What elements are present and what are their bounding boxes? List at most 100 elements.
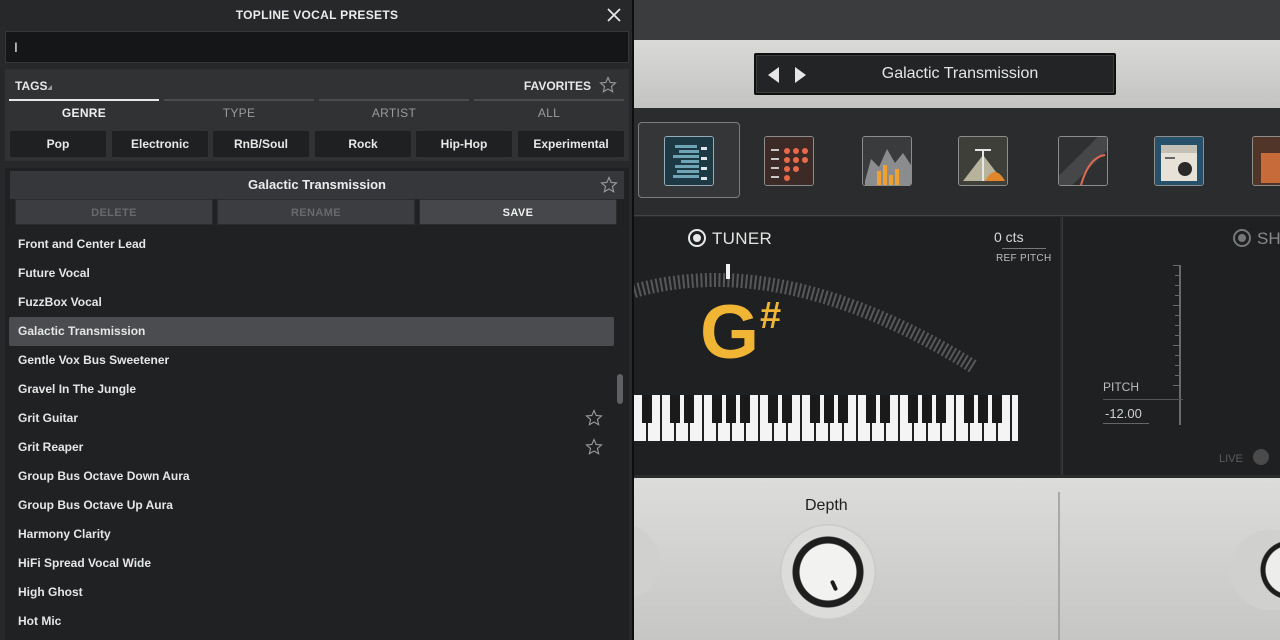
preset-browser: TOPLINE VOCAL PRESETS TAGS FAVORITES GEN…	[0, 0, 634, 640]
preset-list-item[interactable]: Grit Reaper	[5, 433, 617, 462]
preset-name: Grit Guitar	[18, 411, 79, 425]
tab-type[interactable]: TYPE	[164, 99, 314, 121]
preset-list-item[interactable]: HiFi Spread Vocal Wide	[5, 549, 617, 578]
preset-actions: DELETE RENAME SAVE	[15, 199, 619, 225]
preset-list-item[interactable]: Future Vocal	[5, 259, 617, 288]
preset-name: FuzzBox Vocal	[18, 295, 102, 309]
favorite-star-icon[interactable]	[585, 409, 603, 427]
spectrum-module-icon[interactable]	[862, 136, 912, 186]
tab-artist[interactable]: ARTIST	[319, 99, 469, 121]
genre-buttons: Pop Electronic RnB/Soul Rock Hip-Hop Exp…	[10, 131, 624, 157]
left-knob[interactable]	[634, 524, 660, 600]
tags-label[interactable]: TAGS	[15, 79, 47, 93]
preset-name-display: Galactic Transmission	[881, 65, 1039, 82]
preset-list-item[interactable]: Grit Guitar	[5, 404, 617, 433]
preset-list-item[interactable]: Group Bus Octave Up Aura	[5, 491, 617, 520]
pitch-slider-scale[interactable]	[1169, 265, 1185, 425]
preset-list-item[interactable]: Front and Center Lead	[5, 230, 617, 259]
preset-name: Group Bus Octave Up Aura	[18, 498, 173, 512]
depth-label: Depth	[805, 497, 848, 514]
preset-list-item[interactable]: High Ghost	[5, 578, 617, 607]
cents-underline	[1002, 248, 1046, 249]
envelope-module-icon[interactable]	[958, 136, 1008, 186]
live-label: LIVE	[1219, 453, 1243, 465]
detected-note: G	[700, 290, 760, 375]
pitch-value-underline	[1103, 423, 1149, 424]
piano-keyboard[interactable]	[634, 395, 1060, 441]
dots-module-icon[interactable]	[764, 136, 814, 186]
genre-hip-hop-button[interactable]: Hip-Hop	[416, 131, 512, 157]
preset-list-item[interactable]: Galactic Transmission	[9, 317, 614, 346]
preset-name: Grit Reaper	[18, 440, 84, 454]
preset-list-panel: Galactic Transmission DELETE RENAME SAVE…	[5, 168, 629, 640]
pitch-label: PITCH	[1103, 380, 1139, 394]
genre-experimental-button[interactable]: Experimental	[518, 131, 624, 157]
preset-name: Harmony Clarity	[18, 527, 111, 541]
next-preset-icon[interactable]	[792, 66, 808, 84]
preset-name: Front and Center Lead	[18, 237, 147, 251]
preset-name: Group Bus Octave Down Aura	[18, 469, 190, 483]
tags-resize-icon[interactable]	[47, 85, 52, 90]
shift-label: SH	[1257, 229, 1280, 248]
pitch-value[interactable]: -12.00	[1105, 406, 1142, 421]
plugin-header: Galactic Transmission	[634, 40, 1280, 108]
curve-module-icon[interactable]	[1058, 136, 1108, 186]
preset-display[interactable]: Galactic Transmission	[754, 53, 1116, 95]
preset-name: High Ghost	[18, 585, 83, 599]
save-button[interactable]: SAVE	[419, 199, 617, 225]
preset-list-item[interactable]: Gravel In The Jungle	[5, 375, 617, 404]
depth-knob-indicator	[829, 579, 839, 592]
preset-name: Hot Mic	[18, 614, 62, 628]
tuner-toggle[interactable]	[688, 229, 706, 247]
search-input[interactable]	[5, 31, 629, 63]
preset-name: Future Vocal	[18, 266, 90, 280]
preset-name: HiFi Spread Vocal Wide	[18, 556, 152, 570]
favorites-label[interactable]: FAVORITES	[524, 79, 591, 93]
favorites-star-icon[interactable]	[599, 76, 617, 94]
delete-button[interactable]: DELETE	[15, 199, 213, 225]
genre-pop-button[interactable]: Pop	[10, 131, 106, 157]
note-accidental: #	[760, 295, 782, 337]
preset-name: Galactic Transmission	[18, 324, 146, 338]
cents-readout[interactable]: 0 cts	[994, 229, 1024, 245]
current-preset-header: Galactic Transmission	[10, 171, 624, 199]
preset-name: Gentle Vox Bus Sweetener	[18, 353, 170, 367]
shift-toggle[interactable]	[1233, 229, 1251, 247]
depth-knob[interactable]	[780, 524, 876, 620]
rename-button[interactable]: RENAME	[217, 199, 415, 225]
live-toggle[interactable]	[1253, 449, 1269, 465]
tuner-panel: TUNER 0 cts REF PITCH G #	[634, 217, 1060, 475]
right-knob[interactable]	[1230, 530, 1280, 610]
preset-list-scrollbar[interactable]	[617, 374, 623, 404]
previous-preset-icon[interactable]	[766, 66, 782, 84]
plugin-window: Galactic Transmission TUNER 0 cts REF PI…	[634, 0, 1280, 640]
genre-rnb-soul-button[interactable]: RnB/Soul	[213, 131, 309, 157]
preset-list-item[interactable]: Hot Mic	[5, 607, 617, 636]
favorite-star-icon[interactable]	[585, 438, 603, 456]
tuner-module-icon[interactable]	[664, 136, 714, 186]
tag-tabs: GENRE TYPE ARTIST ALL	[5, 99, 629, 121]
preset-list-item[interactable]: Group Bus Octave Down Aura	[5, 462, 617, 491]
tab-all[interactable]: ALL	[474, 99, 624, 121]
tab-genre[interactable]: GENRE	[9, 99, 159, 121]
tuner-label: TUNER	[712, 229, 773, 248]
tuner-meter-arc	[634, 264, 978, 373]
tags-panel: TAGS FAVORITES GENRE TYPE ARTIST ALL Pop…	[5, 69, 629, 161]
radio-module-icon[interactable]	[1154, 136, 1204, 186]
knob-panel: Depth	[634, 478, 1280, 640]
preset-list-item[interactable]: Gentle Vox Bus Sweetener	[5, 346, 617, 375]
close-icon[interactable]	[606, 7, 622, 23]
preset-list: Front and Center Lead Future Vocal FuzzBox…	[5, 230, 617, 636]
extra-module-icon[interactable]	[1252, 136, 1280, 186]
genre-electronic-button[interactable]: Electronic	[112, 131, 208, 157]
current-preset-star-icon[interactable]	[600, 176, 618, 194]
module-strip	[634, 108, 1280, 216]
panel-divider	[1058, 492, 1060, 640]
preset-name: Gravel In The Jungle	[18, 382, 137, 396]
current-preset-name: Galactic Transmission	[247, 177, 386, 192]
preset-list-item[interactable]: FuzzBox Vocal	[5, 288, 617, 317]
pitch-slider-base	[1103, 399, 1183, 400]
preset-list-item[interactable]: Harmony Clarity	[5, 520, 617, 549]
genre-rock-button[interactable]: Rock	[315, 131, 411, 157]
shift-panel: SH PITCH -12.00 LIVE	[1062, 217, 1280, 475]
